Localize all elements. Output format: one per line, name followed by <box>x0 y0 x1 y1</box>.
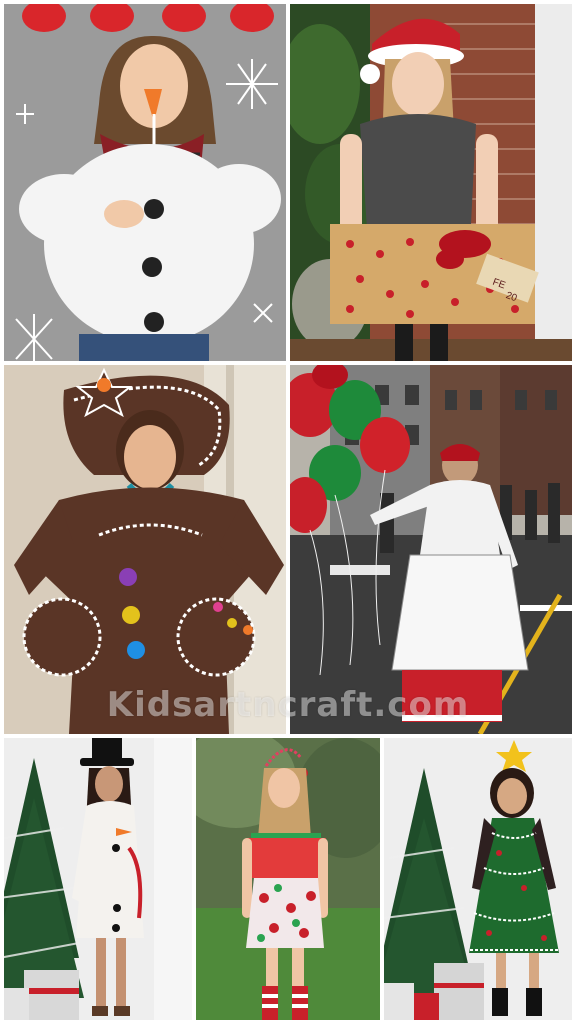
photo-gift-box-costume: FE20 <box>290 4 572 361</box>
photo-christmas-sweater-dress-costume <box>196 738 380 1020</box>
christmas-sweater-dress-costume-image <box>196 738 380 1020</box>
photo-snowman-costume <box>4 4 286 361</box>
photo-snowman-dress-costume <box>4 738 192 1020</box>
snowman-dress-costume-image <box>4 738 192 1020</box>
snowman-costume-image <box>4 4 286 361</box>
photo-mrs-claus-parade-costume <box>290 365 572 734</box>
christmas-tree-costume-image <box>384 738 572 1020</box>
gift-box-costume-image: FE20 <box>290 4 572 361</box>
photo-gingerbread-costume <box>4 365 286 734</box>
photo-christmas-tree-costume <box>384 738 572 1020</box>
gingerbread-costume-image <box>4 365 286 734</box>
mrs-claus-parade-costume-image <box>290 365 572 734</box>
